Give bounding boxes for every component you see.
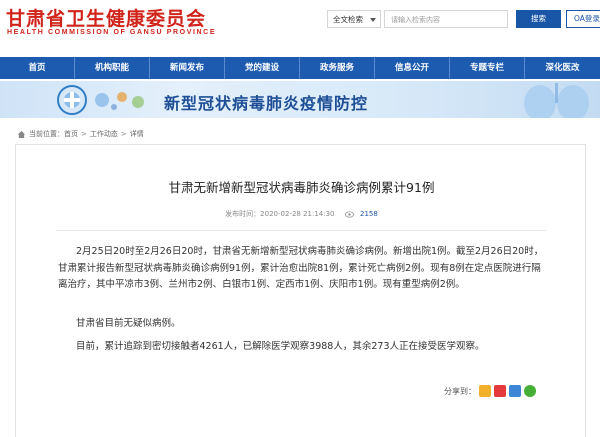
breadcrumb-item-home[interactable]: 首页 — [64, 129, 78, 139]
divider — [56, 230, 546, 231]
nav-item-disclosure[interactable]: 信息公开 — [375, 57, 450, 79]
search-button[interactable]: 搜索 — [516, 10, 561, 28]
covid-banner[interactable]: 新型冠状病毒肺炎疫情防控 — [0, 81, 600, 118]
site-subtitle: HEALTH COMMISSION OF GANSU PROVINCE — [7, 29, 217, 36]
breadcrumb-item-work[interactable]: 工作动态 — [90, 129, 118, 139]
article-paragraph: 甘肃省目前无疑似病例。 — [76, 318, 181, 329]
eye-icon — [344, 210, 354, 218]
breadcrumb-prefix: 当前位置： — [29, 130, 64, 138]
search-scope-select[interactable]: 全文检索 — [327, 10, 381, 28]
article-meta: 发布时间：2020-02-28 21:14:30 2158 — [16, 209, 587, 219]
breadcrumb: 当前位置： 首页 > 工作动态 > 详情 — [17, 129, 144, 139]
oa-login-button[interactable]: OA登录 — [566, 10, 600, 28]
virus-decoration-icon — [95, 92, 144, 110]
chevron-down-icon — [370, 18, 376, 22]
nav-item-services[interactable]: 政务服务 — [300, 57, 375, 79]
article-container: 甘肃无新增新型冠状病毒肺炎确诊病例累计91例 发布时间：2020-02-28 2… — [15, 144, 586, 437]
wechat-share-icon[interactable] — [524, 385, 536, 397]
tencent-weibo-share-icon[interactable] — [509, 385, 521, 397]
breadcrumb-separator: > — [120, 130, 127, 138]
nav-item-home[interactable]: 首页 — [0, 57, 75, 79]
home-icon — [17, 130, 26, 138]
share-label: 分享到： — [444, 386, 476, 396]
breadcrumb-item-detail: 详情 — [129, 130, 144, 138]
article-title: 甘肃无新增新型冠状病毒肺炎确诊病例累计91例 — [168, 180, 435, 195]
article-paragraph: 目前，累计追踪到密切接触者4261人，已解除医学观察3988人，其余273人正在… — [76, 341, 485, 352]
nav-item-institution[interactable]: 机构职能 — [75, 57, 150, 79]
share-bar: 分享到： — [444, 385, 536, 397]
publish-time: 发布时间：2020-02-28 21:14:30 — [225, 210, 335, 218]
weibo-share-icon[interactable] — [494, 385, 506, 397]
nav-item-topics[interactable]: 专题专栏 — [450, 57, 525, 79]
banner-title: 新型冠状病毒肺炎疫情防控 — [164, 94, 369, 113]
search-input[interactable]: 请输入检索内容 — [384, 10, 508, 28]
nav-item-reform[interactable]: 深化医改 — [525, 57, 600, 79]
search-scope-label: 全文检索 — [333, 15, 363, 24]
qzone-share-icon[interactable] — [479, 385, 491, 397]
breadcrumb-separator: > — [81, 130, 87, 138]
view-count: 2158 — [360, 210, 378, 218]
article-paragraph: 2月25日20时至2月26日20时，甘肃省无新增新型冠状病毒肺炎确诊病例。新增出… — [58, 246, 544, 290]
site-title[interactable]: 甘肃省卫生健康委员会 — [6, 4, 206, 31]
nav-item-party[interactable]: 党的建设 — [225, 57, 300, 79]
nav-item-news[interactable]: 新闻发布 — [150, 57, 225, 79]
lungs-decoration-icon — [524, 83, 589, 118]
main-nav: 首页 机构职能 新闻发布 党的建设 政务服务 信息公开 专题专栏 深化医改 — [0, 57, 600, 79]
site-header: 甘肃省卫生健康委员会 HEALTH COMMISSION OF GANSU PR… — [0, 0, 600, 56]
medical-emblem-icon — [57, 85, 87, 115]
